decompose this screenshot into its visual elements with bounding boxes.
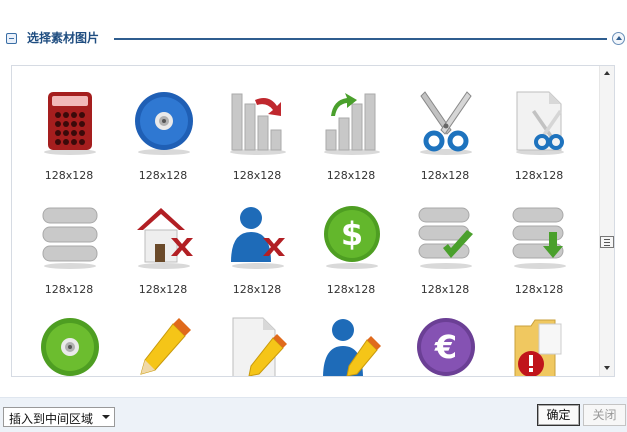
list-view-icon[interactable] bbox=[600, 236, 614, 248]
section-header: 选择素材图片 bbox=[0, 28, 627, 50]
gallery-item-folder-alert[interactable] bbox=[499, 298, 579, 376]
gallery-item-green-cd[interactable] bbox=[29, 298, 109, 376]
confirm-button[interactable]: 确定 bbox=[537, 404, 580, 426]
svg-text:$: $ bbox=[341, 215, 363, 253]
gallery-item-user-delete[interactable]: 128x128 bbox=[217, 186, 297, 296]
item-size-label: 128x128 bbox=[514, 169, 564, 182]
pencil-icon bbox=[140, 318, 191, 375]
insert-position-value: 插入到中间区域 bbox=[9, 412, 94, 426]
green-cd-icon bbox=[41, 318, 99, 376]
gallery-item-cut-document[interactable]: 128x128 bbox=[499, 72, 579, 182]
cut-document-icon bbox=[516, 91, 564, 155]
item-size-label: 128x128 bbox=[138, 169, 188, 182]
gallery-item-calculator[interactable]: 128x128 bbox=[29, 72, 109, 182]
document-edit-icon bbox=[232, 317, 287, 376]
chart-up-icon bbox=[324, 93, 380, 155]
gallery-item-home-delete[interactable]: 128x128 bbox=[123, 186, 203, 296]
scissors-icon bbox=[420, 91, 472, 155]
database-download-icon bbox=[512, 207, 566, 269]
chart-down-icon bbox=[230, 93, 286, 155]
database-icon bbox=[42, 207, 98, 269]
gallery-item-chart-up[interactable]: 128x128 bbox=[311, 72, 391, 182]
scroll-top-icon[interactable] bbox=[612, 32, 625, 45]
header-divider bbox=[114, 38, 607, 40]
item-size-label: 128x128 bbox=[44, 169, 94, 182]
svg-text:€: € bbox=[434, 328, 457, 366]
gallery-item-pencil[interactable] bbox=[123, 298, 203, 376]
gallery-item-database-check[interactable]: 128x128 bbox=[405, 186, 485, 296]
folder-alert-icon bbox=[514, 319, 562, 376]
scroll-down-arrow-icon[interactable] bbox=[600, 361, 614, 376]
image-grid: 128x128 128x128 128x128 128x128 128x128 … bbox=[12, 66, 600, 376]
dialog-footer: 插入到中间区域 确定 关闭 bbox=[0, 397, 627, 432]
item-size-label: 128x128 bbox=[326, 283, 376, 296]
database-check-icon bbox=[418, 207, 473, 269]
gallery-item-user-edit[interactable] bbox=[311, 298, 391, 376]
item-size-label: 128x128 bbox=[44, 283, 94, 296]
gallery-item-euro-coin[interactable]: € bbox=[405, 298, 485, 376]
item-size-label: 128x128 bbox=[514, 283, 564, 296]
gallery-item-scissors[interactable]: 128x128 bbox=[405, 72, 485, 182]
gallery-item-document-edit[interactable] bbox=[217, 298, 297, 376]
section-title: 选择素材图片 bbox=[27, 31, 100, 45]
item-size-label: 128x128 bbox=[232, 169, 282, 182]
item-size-label: 128x128 bbox=[138, 283, 188, 296]
euro-coin-icon: € bbox=[417, 318, 475, 376]
gallery-item-database-download[interactable]: 128x128 bbox=[499, 186, 579, 296]
gallery-item-dollar-coin[interactable]: $ 128x128 bbox=[311, 186, 391, 296]
insert-position-select[interactable]: 插入到中间区域 bbox=[3, 407, 115, 427]
gallery-item-chart-down[interactable]: 128x128 bbox=[217, 72, 297, 182]
gallery-item-database[interactable]: 128x128 bbox=[29, 186, 109, 296]
home-delete-icon bbox=[137, 208, 193, 269]
gallery-item-cd[interactable]: 128x128 bbox=[123, 72, 203, 182]
item-size-label: 128x128 bbox=[232, 283, 282, 296]
dollar-coin-icon: $ bbox=[324, 206, 380, 269]
close-button[interactable]: 关闭 bbox=[583, 404, 626, 426]
calculator-icon bbox=[44, 92, 96, 155]
scroll-up-arrow-icon[interactable] bbox=[600, 66, 614, 81]
item-size-label: 128x128 bbox=[326, 169, 376, 182]
collapse-icon[interactable] bbox=[6, 33, 17, 44]
image-gallery-panel: 128x128 128x128 128x128 128x128 128x128 … bbox=[11, 65, 615, 377]
user-edit-icon bbox=[323, 319, 381, 376]
cd-icon bbox=[135, 92, 193, 155]
item-size-label: 128x128 bbox=[420, 169, 470, 182]
user-delete-icon bbox=[231, 207, 285, 269]
gallery-scrollbar[interactable] bbox=[599, 66, 614, 376]
item-size-label: 128x128 bbox=[420, 283, 470, 296]
chevron-down-icon bbox=[102, 415, 110, 419]
